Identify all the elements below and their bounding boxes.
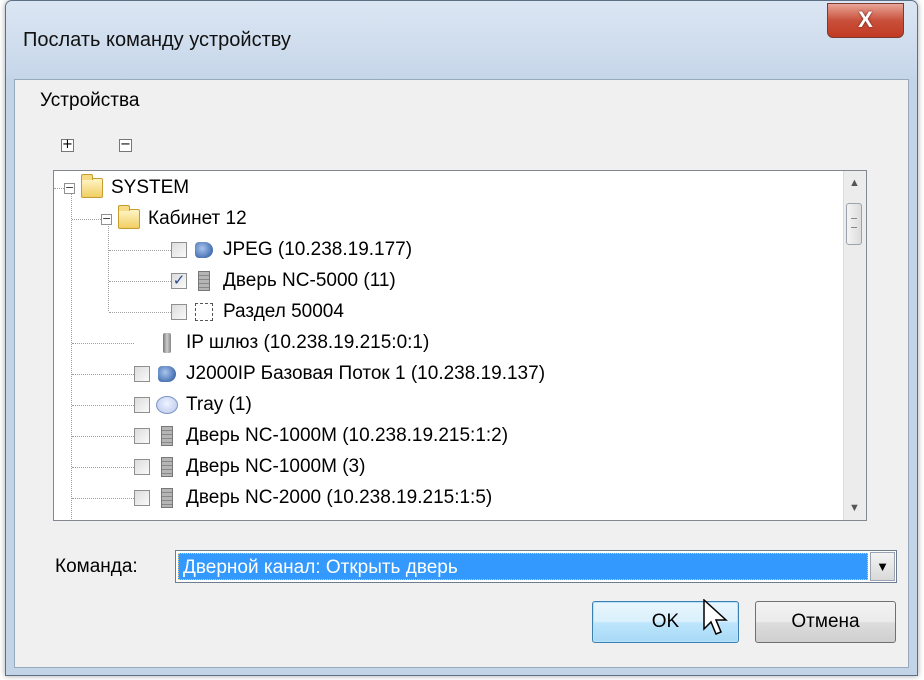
checkbox[interactable] xyxy=(134,490,150,506)
checkbox[interactable] xyxy=(171,304,187,320)
tree-node[interactable]: Раздел 50004 xyxy=(171,297,344,327)
dialog-client: Устройства + − ▲ ▼ − SYSTEM − Кабинет 12 JPE… xyxy=(14,79,909,668)
door-icon-shape xyxy=(161,457,173,477)
tree-node[interactable]: − Кабинет 12 xyxy=(101,204,247,234)
tray-icon-shape xyxy=(156,396,178,414)
folder-icon-shape xyxy=(81,174,103,198)
tree-node[interactable]: Tray (1) xyxy=(134,390,252,420)
camera-icon-shape xyxy=(195,242,213,258)
tree-connector-line xyxy=(72,219,101,220)
scroll-thumb[interactable] xyxy=(846,203,862,245)
window-title: Послать команду устройству xyxy=(23,29,291,51)
folder-icon-shape xyxy=(118,205,140,229)
tree-connector-line xyxy=(72,498,134,499)
mouse-cursor-icon xyxy=(703,599,728,635)
tree-connector-line xyxy=(108,221,109,311)
scroll-up-arrow-icon[interactable]: ▲ xyxy=(844,177,865,189)
tree-node-label[interactable]: JPEG (10.238.19.177) xyxy=(223,239,412,261)
close-button[interactable]: X xyxy=(827,3,904,38)
tree-node[interactable]: − SYSTEM xyxy=(64,173,189,203)
device-tree[interactable]: ▲ ▼ − SYSTEM − Кабинет 12 JPEG (10.238.19.17… xyxy=(53,170,867,521)
tree-node[interactable]: Дверь NC-1000M (3) xyxy=(134,452,365,482)
camera-icon xyxy=(193,239,215,261)
gateway-icon-shape xyxy=(163,333,171,353)
tree-node[interactable]: IP шлюз (10.238.19.215:0:1) xyxy=(134,328,429,358)
door-icon-shape xyxy=(161,426,173,446)
tree-node-label[interactable]: Дверь NC-1000M (10.238.19.215:1:2) xyxy=(186,425,508,447)
scroll-down-arrow-icon[interactable]: ▼ xyxy=(844,502,865,514)
tree-node[interactable]: Дверь NC-1000M (10.238.19.215:1:2) xyxy=(134,421,508,451)
tree-connector-line xyxy=(72,436,134,437)
tree-node-label[interactable]: Tray (1) xyxy=(186,394,252,416)
title-bar[interactable]: Послать команду устройству X xyxy=(6,1,917,79)
checkbox[interactable] xyxy=(134,397,150,413)
tree-connector-line xyxy=(72,374,134,375)
dialog-window: Послать команду устройству X Устройства … xyxy=(5,0,918,676)
command-select[interactable]: Дверной канал: Открыть дверь ▼ xyxy=(175,550,897,583)
checkbox[interactable] xyxy=(134,459,150,475)
tree-connector-line xyxy=(54,188,64,189)
tree-connector-line xyxy=(109,312,171,313)
tree-expander[interactable]: − xyxy=(64,182,75,194)
checkbox-checked[interactable]: ✓ xyxy=(171,273,187,289)
folder-icon xyxy=(81,174,103,199)
tree-node[interactable]: J2000IP Базовая Поток 1 (10.238.19.137) xyxy=(134,359,545,389)
tray-icon xyxy=(156,394,178,416)
tree-node[interactable]: JPEG (10.238.19.177) xyxy=(171,235,412,265)
tree-node-label[interactable]: SYSTEM xyxy=(111,177,189,199)
command-label: Команда: xyxy=(55,556,138,577)
camera-icon-shape xyxy=(158,366,176,382)
tree-node-label[interactable]: Дверь NC-2000 (10.238.19.215:1:5) xyxy=(186,487,492,509)
tree-node[interactable]: Дверь NC-2000 (10.238.19.215:1:5) xyxy=(134,483,492,513)
chevron-down-icon[interactable]: ▼ xyxy=(870,552,895,581)
tree-connector-line xyxy=(71,193,72,520)
tree-node-label[interactable]: Дверь NC-1000M (3) xyxy=(186,456,365,478)
door-icon xyxy=(156,487,178,509)
gateway-icon xyxy=(156,332,178,354)
tree-node-label[interactable]: IP шлюз (10.238.19.215:0:1) xyxy=(186,332,429,354)
devices-label: Устройства xyxy=(40,90,140,111)
section-icon-shape xyxy=(195,303,213,321)
command-selected-value[interactable]: Дверной канал: Открыть дверь xyxy=(178,553,868,580)
tree-expander[interactable]: − xyxy=(101,213,112,225)
collapse-all-button[interactable]: − xyxy=(119,138,132,152)
checkbox[interactable] xyxy=(134,366,150,382)
tree-node-label[interactable]: Кабинет 12 xyxy=(148,208,247,230)
tree-node-label[interactable]: J2000IP Базовая Поток 1 (10.238.19.137) xyxy=(186,363,545,385)
tree-connector-line xyxy=(72,405,134,406)
tree-connector-line xyxy=(109,250,171,251)
tree-connector-line xyxy=(72,467,134,468)
section-icon xyxy=(193,301,215,323)
tree-connector-line xyxy=(109,281,171,282)
door-icon xyxy=(156,425,178,447)
door-icon-shape xyxy=(198,271,210,291)
tree-node-label[interactable]: Раздел 50004 xyxy=(223,301,344,323)
tree-node-label[interactable]: Дверь NC-5000 (11) xyxy=(223,270,396,292)
door-icon-shape xyxy=(161,488,173,508)
checkbox[interactable] xyxy=(134,428,150,444)
door-icon xyxy=(193,270,215,292)
tree-node[interactable]: ✓ Дверь NC-5000 (11) xyxy=(171,266,396,296)
checkbox[interactable] xyxy=(171,242,187,258)
folder-icon xyxy=(118,205,140,230)
cancel-button[interactable]: Отмена xyxy=(755,601,896,643)
tree-connector-line xyxy=(72,343,134,344)
camera-icon xyxy=(156,363,178,385)
tree-scrollbar[interactable]: ▲ ▼ xyxy=(843,171,866,520)
expand-all-button[interactable]: + xyxy=(61,138,74,152)
door-icon xyxy=(156,456,178,478)
